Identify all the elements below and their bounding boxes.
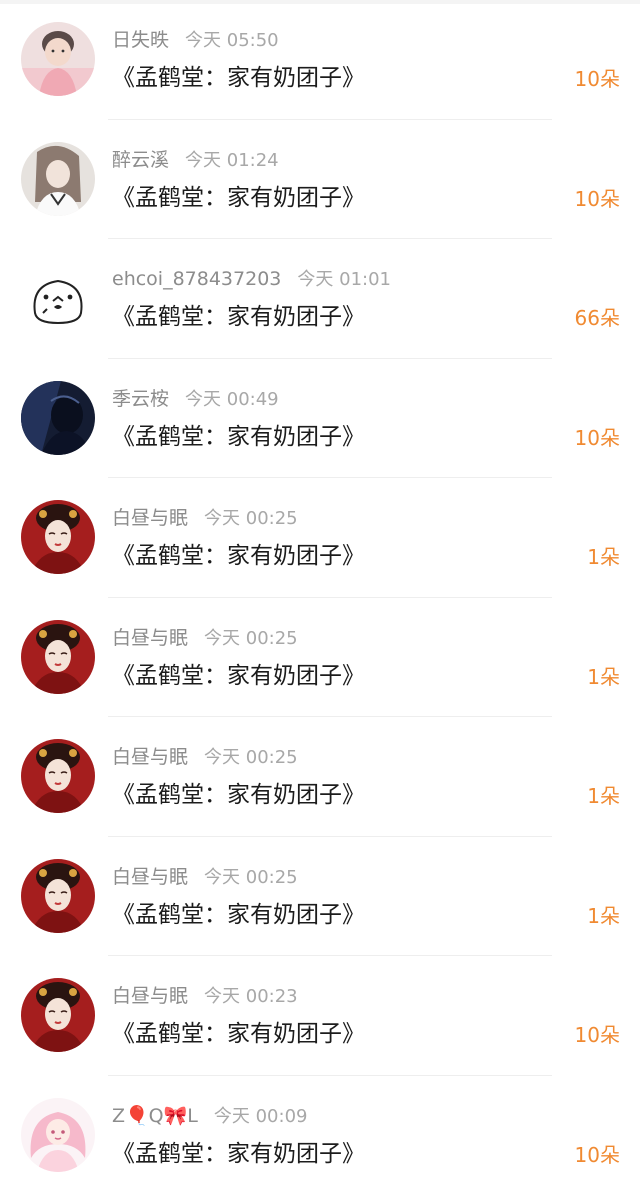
sender-name[interactable]: 白昼与眠 [112,507,188,529]
list-item[interactable]: 白昼与眠 今天 00:25 《孟鹤堂：家有奶团子》 1朵 [0,837,640,956]
flower-count: 10朵 [574,425,620,450]
sender-name[interactable]: 白昼与眠 [112,985,188,1007]
girl-white-shirt-avatar[interactable] [21,141,95,216]
flower-count: 66朵 [574,306,620,330]
sender-name[interactable]: 日失昳 [112,29,169,51]
message-time: 今天 00:49 [185,388,279,410]
book-title[interactable]: 《孟鹤堂：家有奶团子》 [112,422,365,452]
list-item[interactable]: Z🎈Q🎀L 今天 00:09 《孟鹤堂：家有奶团子》 10朵 [0,1076,640,1196]
sender-name[interactable]: ehcoi_878437203 [112,268,281,290]
book-title[interactable]: 《孟鹤堂：家有奶团子》 [112,661,365,691]
flower-count: 1朵 [587,664,620,689]
red-costume-lady-avatar[interactable] [21,739,95,813]
list-item[interactable]: ehcoi_878437203 今天 01:01 《孟鹤堂：家有奶团子》 66朵 [0,239,640,359]
red-costume-lady-avatar[interactable] [21,858,95,933]
book-title[interactable]: 《孟鹤堂：家有奶团子》 [112,302,365,332]
sender-name[interactable]: 白昼与眠 [112,627,188,649]
flower-count: 10朵 [574,1142,620,1167]
message-time: 今天 01:01 [297,269,391,290]
flower-count: 1朵 [587,545,620,569]
seal-doodle-avatar[interactable] [21,261,95,335]
flower-count: 1朵 [587,784,620,808]
sender-name[interactable]: 白昼与眠 [112,746,188,768]
message-time: 今天 00:09 [213,1105,308,1127]
message-time: 今天 05:50 [185,30,279,51]
list-item[interactable]: 季云桉 今天 00:49 《孟鹤堂：家有奶团子》 10朵 [0,359,640,478]
message-time: 今天 00:25 [204,627,298,649]
flower-count: 10朵 [574,67,620,91]
boy-in-pink-avatar[interactable] [21,22,95,96]
flower-count: 1朵 [587,903,620,928]
book-title[interactable]: 《孟鹤堂：家有奶团子》 [112,541,365,571]
list-item[interactable]: 白昼与眠 今天 00:25 《孟鹤堂：家有奶团子》 1朵 [0,478,640,598]
book-title[interactable]: 《孟鹤堂：家有奶团子》 [112,1019,365,1049]
red-costume-lady-avatar[interactable] [21,500,95,574]
message-time: 今天 01:24 [185,149,279,171]
list-item[interactable]: 白昼与眠 今天 00:25 《孟鹤堂：家有奶团子》 1朵 [0,717,640,837]
list-item[interactable]: 日失昳 今天 05:50 《孟鹤堂：家有奶团子》 10朵 [0,0,640,120]
book-title[interactable]: 《孟鹤堂：家有奶团子》 [112,780,365,810]
book-title[interactable]: 《孟鹤堂：家有奶团子》 [112,900,365,930]
message-time: 今天 00:25 [204,508,298,529]
sender-name[interactable]: 白昼与眠 [112,866,188,888]
book-title[interactable]: 《孟鹤堂：家有奶团子》 [112,63,365,93]
sender-name[interactable]: Z🎈Q🎀L [112,1105,198,1127]
flower-count: 10朵 [574,1023,620,1047]
message-time: 今天 00:25 [204,866,298,888]
gift-message-list: 日失昳 今天 05:50 《孟鹤堂：家有奶团子》 10朵 醉云溪 今天 01:24 … [0,0,640,1195]
message-time: 今天 00:23 [204,986,298,1007]
message-time: 今天 00:25 [204,747,298,768]
sender-name[interactable]: 醉云溪 [112,149,169,171]
dark-blue-portrait-avatar[interactable] [21,380,95,455]
red-costume-lady-avatar[interactable] [21,978,95,1052]
book-title[interactable]: 《孟鹤堂：家有奶团子》 [112,1139,365,1169]
list-item[interactable]: 醉云溪 今天 01:24 《孟鹤堂：家有奶团子》 10朵 [0,120,640,239]
flower-count: 10朵 [574,186,620,211]
list-item[interactable]: 白昼与眠 今天 00:25 《孟鹤堂：家有奶团子》 1朵 [0,598,640,717]
red-costume-lady-avatar[interactable] [21,619,95,694]
book-title[interactable]: 《孟鹤堂：家有奶团子》 [112,183,365,213]
sender-name[interactable]: 季云桉 [112,388,169,410]
list-item[interactable]: 白昼与眠 今天 00:23 《孟鹤堂：家有奶团子》 10朵 [0,956,640,1076]
pink-anime-girl-avatar[interactable] [21,1097,95,1172]
